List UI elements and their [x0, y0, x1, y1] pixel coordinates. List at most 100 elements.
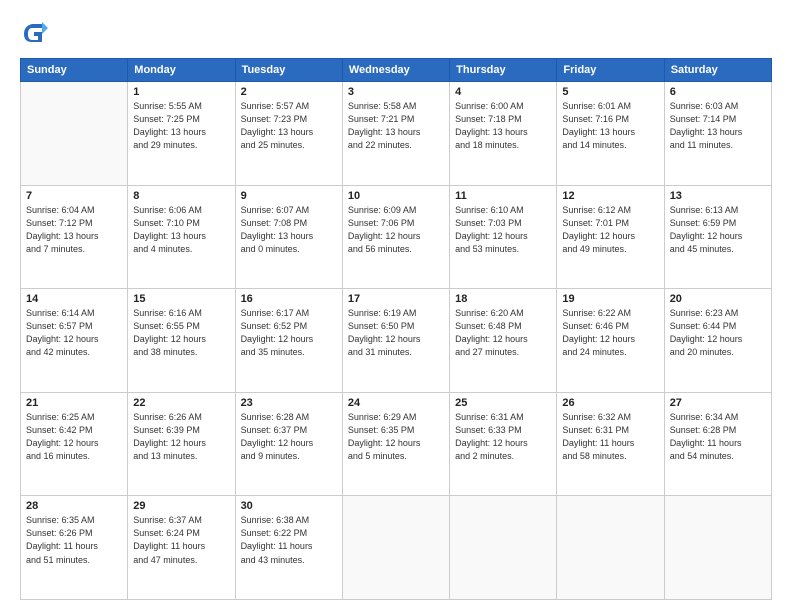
day-info: Sunrise: 6:13 AM Sunset: 6:59 PM Dayligh… — [670, 204, 766, 256]
day-info: Sunrise: 6:07 AM Sunset: 7:08 PM Dayligh… — [241, 204, 337, 256]
day-number: 11 — [455, 190, 551, 202]
day-number: 23 — [241, 397, 337, 409]
day-cell: 7 Sunrise: 6:04 AM Sunset: 7:12 PM Daylig… — [21, 185, 128, 289]
day-number: 22 — [133, 397, 229, 409]
day-cell — [450, 496, 557, 600]
day-cell: 11 Sunrise: 6:10 AM Sunset: 7:03 PM Dayli… — [450, 185, 557, 289]
day-number: 3 — [348, 86, 444, 98]
day-cell: 6Sunrise: 6:03 AM Sunset: 7:14 PM Daylig… — [664, 82, 771, 186]
day-cell: 30Sunrise: 6:38 AM Sunset: 6:22 PM Dayli… — [235, 496, 342, 600]
day-info: Sunrise: 5:55 AM Sunset: 7:25 PM Dayligh… — [133, 100, 229, 152]
weekday-header-thursday: Thursday — [450, 59, 557, 82]
day-cell: 25 Sunrise: 6:31 AM Sunset: 6:33 PM Dayli… — [450, 392, 557, 496]
day-cell: 18 Sunrise: 6:20 AM Sunset: 6:48 PM Dayli… — [450, 289, 557, 393]
day-number: 13 — [670, 190, 766, 202]
day-cell: 2Sunrise: 5:57 AM Sunset: 7:23 PM Daylig… — [235, 82, 342, 186]
day-cell: 14 Sunrise: 6:14 AM Sunset: 6:57 PM Dayli… — [21, 289, 128, 393]
calendar-header: SundayMondayTuesdayWednesdayThursdayFrid… — [21, 59, 772, 82]
day-info: Sunrise: 6:28 AM Sunset: 6:37 PM Dayligh… — [241, 411, 337, 463]
day-cell: 15 Sunrise: 6:16 AM Sunset: 6:55 PM Dayli… — [128, 289, 235, 393]
day-number: 8 — [133, 190, 229, 202]
week-row: 28Sunrise: 6:35 AM Sunset: 6:26 PM Dayli… — [21, 496, 772, 600]
weekday-header-friday: Friday — [557, 59, 664, 82]
day-info: Sunrise: 6:32 AM Sunset: 6:31 PM Dayligh… — [562, 411, 658, 463]
day-number: 25 — [455, 397, 551, 409]
day-info: Sunrise: 6:14 AM Sunset: 6:57 PM Dayligh… — [26, 307, 122, 359]
day-info: Sunrise: 6:06 AM Sunset: 7:10 PM Dayligh… — [133, 204, 229, 256]
weekday-header-monday: Monday — [128, 59, 235, 82]
day-number: 26 — [562, 397, 658, 409]
day-info: Sunrise: 6:23 AM Sunset: 6:44 PM Dayligh… — [670, 307, 766, 359]
day-number: 1 — [133, 86, 229, 98]
day-number: 14 — [26, 293, 122, 305]
day-cell: 12Sunrise: 6:12 AM Sunset: 7:01 PM Dayli… — [557, 185, 664, 289]
day-info: Sunrise: 6:00 AM Sunset: 7:18 PM Dayligh… — [455, 100, 551, 152]
day-info: Sunrise: 6:26 AM Sunset: 6:39 PM Dayligh… — [133, 411, 229, 463]
day-number: 19 — [562, 293, 658, 305]
day-number: 18 — [455, 293, 551, 305]
calendar-body: 1 Sunrise: 5:55 AM Sunset: 7:25 PM Daylig… — [21, 82, 772, 600]
day-number: 27 — [670, 397, 766, 409]
day-info: Sunrise: 6:04 AM Sunset: 7:12 PM Dayligh… — [26, 204, 122, 256]
day-cell: 9 Sunrise: 6:07 AM Sunset: 7:08 PM Daylig… — [235, 185, 342, 289]
day-number: 4 — [455, 86, 551, 98]
day-info: Sunrise: 6:19 AM Sunset: 6:50 PM Dayligh… — [348, 307, 444, 359]
day-info: Sunrise: 6:25 AM Sunset: 6:42 PM Dayligh… — [26, 411, 122, 463]
day-cell: 21 Sunrise: 6:25 AM Sunset: 6:42 PM Dayli… — [21, 392, 128, 496]
day-info: Sunrise: 6:35 AM Sunset: 6:26 PM Dayligh… — [26, 514, 122, 566]
weekday-header-wednesday: Wednesday — [342, 59, 449, 82]
day-cell: 16 Sunrise: 6:17 AM Sunset: 6:52 PM Dayli… — [235, 289, 342, 393]
day-cell: 10 Sunrise: 6:09 AM Sunset: 7:06 PM Dayli… — [342, 185, 449, 289]
day-cell — [342, 496, 449, 600]
day-cell: 29 Sunrise: 6:37 AM Sunset: 6:24 PM Dayli… — [128, 496, 235, 600]
day-cell: 13 Sunrise: 6:13 AM Sunset: 6:59 PM Dayli… — [664, 185, 771, 289]
day-number: 20 — [670, 293, 766, 305]
day-cell — [557, 496, 664, 600]
day-cell: 24 Sunrise: 6:29 AM Sunset: 6:35 PM Dayli… — [342, 392, 449, 496]
day-number: 16 — [241, 293, 337, 305]
day-cell: 3 Sunrise: 5:58 AM Sunset: 7:21 PM Daylig… — [342, 82, 449, 186]
day-number: 21 — [26, 397, 122, 409]
day-number: 2 — [241, 86, 337, 98]
calendar: SundayMondayTuesdayWednesdayThursdayFrid… — [20, 58, 772, 600]
page: SundayMondayTuesdayWednesdayThursdayFrid… — [0, 0, 792, 612]
week-row: 1 Sunrise: 5:55 AM Sunset: 7:25 PM Daylig… — [21, 82, 772, 186]
day-info: Sunrise: 6:01 AM Sunset: 7:16 PM Dayligh… — [562, 100, 658, 152]
day-info: Sunrise: 6:22 AM Sunset: 6:46 PM Dayligh… — [562, 307, 658, 359]
day-cell: 4 Sunrise: 6:00 AM Sunset: 7:18 PM Daylig… — [450, 82, 557, 186]
day-info: Sunrise: 6:03 AM Sunset: 7:14 PM Dayligh… — [670, 100, 766, 152]
day-cell: 8 Sunrise: 6:06 AM Sunset: 7:10 PM Daylig… — [128, 185, 235, 289]
day-info: Sunrise: 6:31 AM Sunset: 6:33 PM Dayligh… — [455, 411, 551, 463]
day-cell: 26 Sunrise: 6:32 AM Sunset: 6:31 PM Dayli… — [557, 392, 664, 496]
day-cell: 5 Sunrise: 6:01 AM Sunset: 7:16 PM Daylig… — [557, 82, 664, 186]
day-number: 24 — [348, 397, 444, 409]
day-number: 10 — [348, 190, 444, 202]
day-info: Sunrise: 6:17 AM Sunset: 6:52 PM Dayligh… — [241, 307, 337, 359]
day-info: Sunrise: 5:58 AM Sunset: 7:21 PM Dayligh… — [348, 100, 444, 152]
day-info: Sunrise: 6:20 AM Sunset: 6:48 PM Dayligh… — [455, 307, 551, 359]
day-number: 9 — [241, 190, 337, 202]
day-info: Sunrise: 6:34 AM Sunset: 6:28 PM Dayligh… — [670, 411, 766, 463]
weekday-header-tuesday: Tuesday — [235, 59, 342, 82]
day-info: Sunrise: 6:37 AM Sunset: 6:24 PM Dayligh… — [133, 514, 229, 566]
day-cell: 23 Sunrise: 6:28 AM Sunset: 6:37 PM Dayli… — [235, 392, 342, 496]
day-number: 5 — [562, 86, 658, 98]
week-row: 7 Sunrise: 6:04 AM Sunset: 7:12 PM Daylig… — [21, 185, 772, 289]
day-cell: 17Sunrise: 6:19 AM Sunset: 6:50 PM Dayli… — [342, 289, 449, 393]
week-row: 21 Sunrise: 6:25 AM Sunset: 6:42 PM Dayli… — [21, 392, 772, 496]
day-number: 15 — [133, 293, 229, 305]
day-cell: 22 Sunrise: 6:26 AM Sunset: 6:39 PM Dayli… — [128, 392, 235, 496]
header — [20, 16, 772, 48]
weekday-header-saturday: Saturday — [664, 59, 771, 82]
day-cell: 19 Sunrise: 6:22 AM Sunset: 6:46 PM Dayli… — [557, 289, 664, 393]
day-cell — [21, 82, 128, 186]
day-info: Sunrise: 6:10 AM Sunset: 7:03 PM Dayligh… — [455, 204, 551, 256]
day-info: Sunrise: 6:16 AM Sunset: 6:55 PM Dayligh… — [133, 307, 229, 359]
day-info: Sunrise: 6:12 AM Sunset: 7:01 PM Dayligh… — [562, 204, 658, 256]
day-number: 7 — [26, 190, 122, 202]
day-info: Sunrise: 6:29 AM Sunset: 6:35 PM Dayligh… — [348, 411, 444, 463]
day-cell — [664, 496, 771, 600]
day-info: Sunrise: 6:09 AM Sunset: 7:06 PM Dayligh… — [348, 204, 444, 256]
day-cell: 20 Sunrise: 6:23 AM Sunset: 6:44 PM Dayli… — [664, 289, 771, 393]
day-number: 29 — [133, 500, 229, 512]
